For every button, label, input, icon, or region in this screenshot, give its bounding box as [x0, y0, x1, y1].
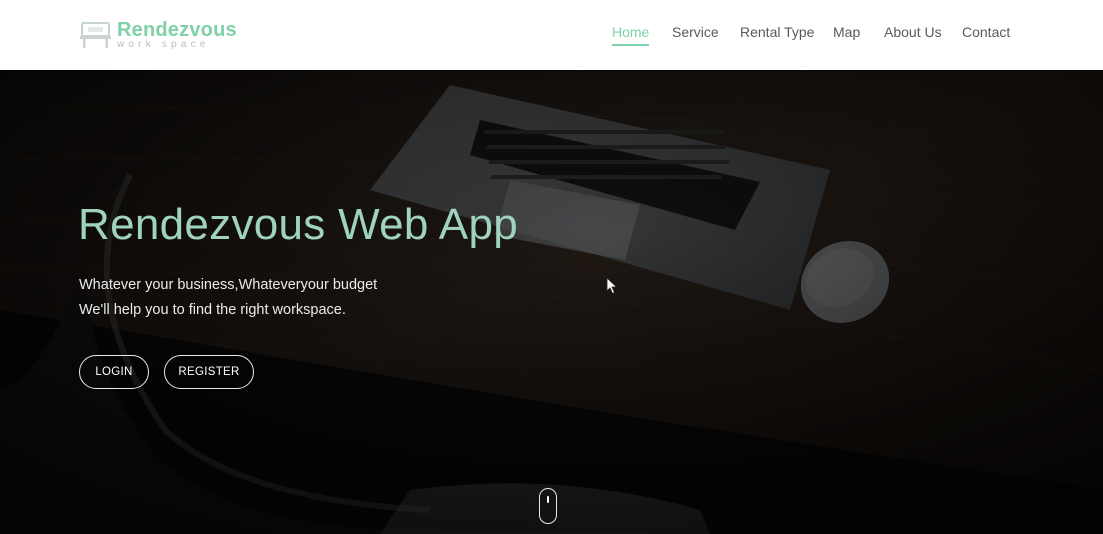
- navbar: Rendezvous work space Home Service Renta…: [0, 0, 1103, 70]
- scroll-wheel-dot: [547, 496, 549, 503]
- login-button[interactable]: LOGIN: [79, 355, 149, 389]
- main-nav: Home Service Rental Type Map About Us Co…: [0, 0, 1103, 70]
- nav-service[interactable]: Service: [672, 24, 719, 40]
- nav-about-us[interactable]: About Us: [884, 24, 942, 40]
- nav-home[interactable]: Home: [612, 24, 650, 46]
- mouse-scroll-icon[interactable]: [539, 488, 557, 524]
- register-button[interactable]: REGISTER: [164, 355, 254, 389]
- nav-rental-type[interactable]: Rental Type: [740, 24, 814, 40]
- nav-map[interactable]: Map: [833, 24, 860, 40]
- nav-contact[interactable]: Contact: [962, 24, 1010, 40]
- mouse-pointer-icon: [606, 277, 618, 295]
- hero-title: Rendezvous Web App: [78, 200, 518, 249]
- hero-tagline-line1: Whatever your business,Whateveryour budg…: [79, 277, 378, 293]
- hero-section: Rendezvous Web App Whatever your busines…: [0, 70, 1103, 534]
- hero-tagline-line2: We'll help you to find the right workspa…: [79, 302, 346, 318]
